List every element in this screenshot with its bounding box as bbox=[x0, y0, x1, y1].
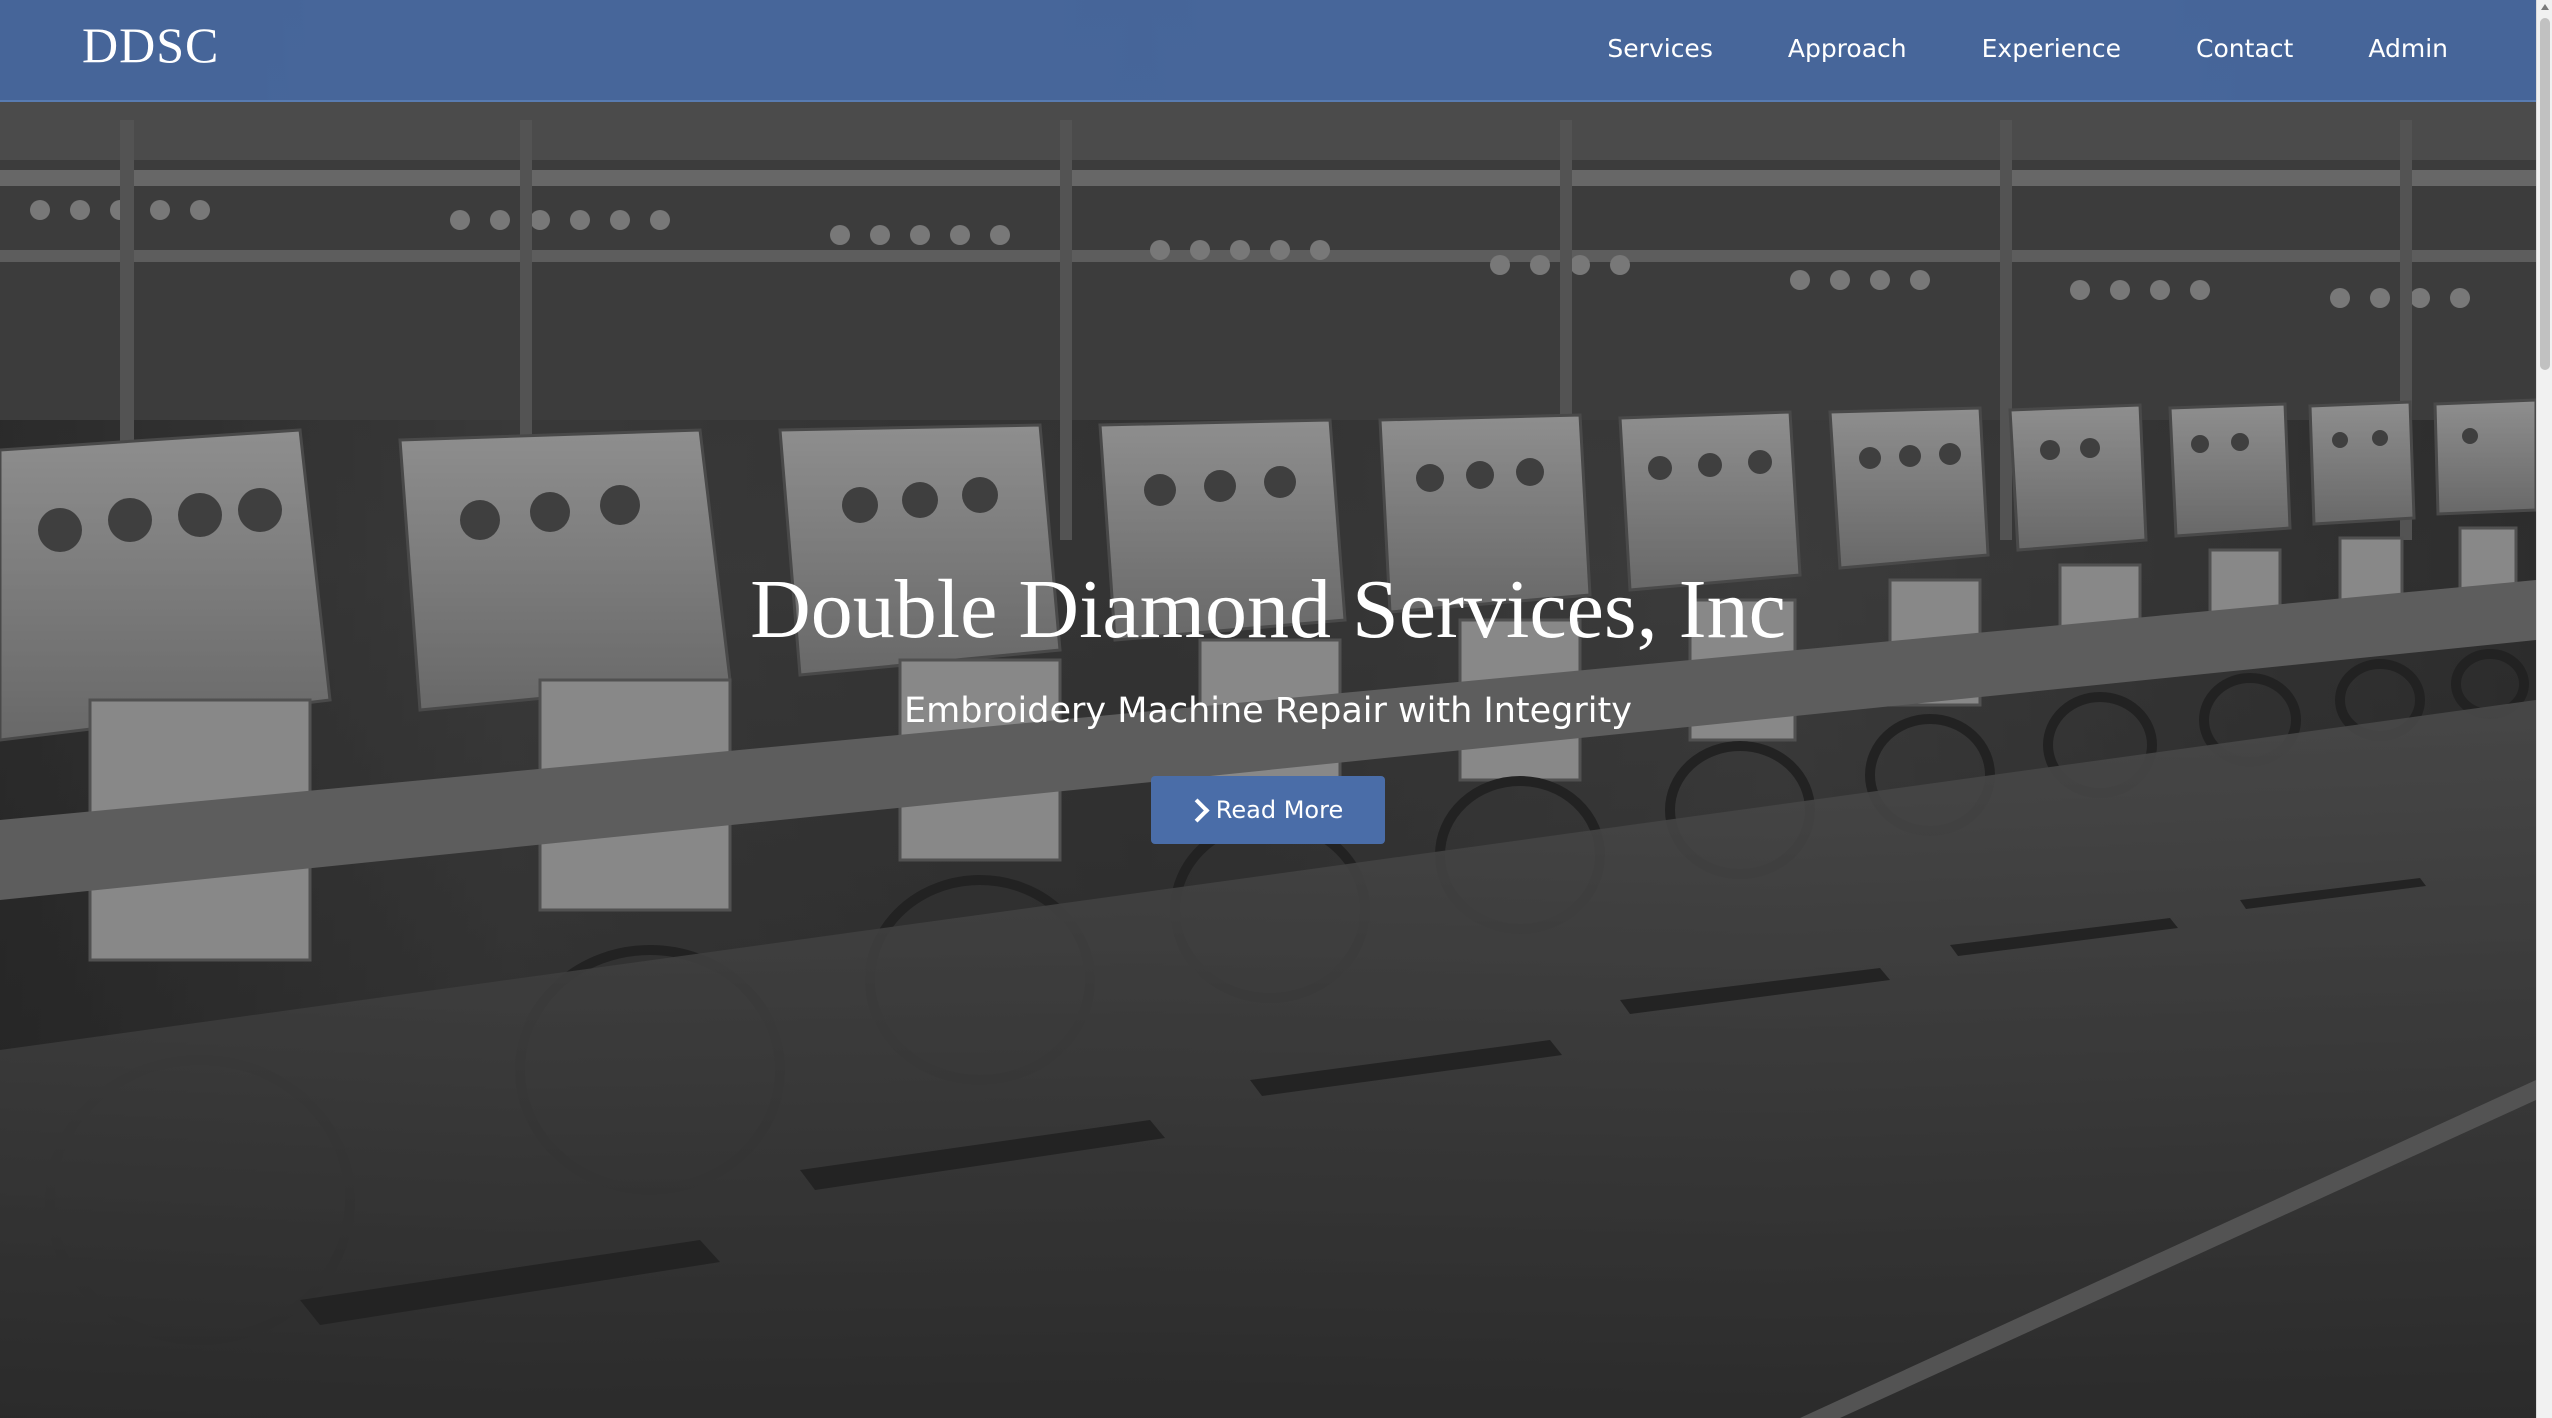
nav-link-experience[interactable]: Experience bbox=[1982, 34, 2121, 63]
hero-subtitle: Embroidery Machine Repair with Integrity bbox=[904, 691, 1632, 731]
nav-link-approach[interactable]: Approach bbox=[1788, 34, 1907, 63]
hero-content: Double Diamond Services, Inc Embroidery … bbox=[0, 560, 2536, 844]
chevron-right-icon bbox=[1185, 797, 1210, 823]
nav-link-contact[interactable]: Contact bbox=[2196, 34, 2293, 63]
scrollbar-thumb[interactable] bbox=[2540, 18, 2550, 370]
page: DDSC Services Approach Experience Contac… bbox=[0, 0, 2536, 1418]
nav-link-services[interactable]: Services bbox=[1607, 34, 1712, 63]
read-more-label: Read More bbox=[1215, 796, 1344, 824]
vertical-scrollbar[interactable] bbox=[2536, 0, 2552, 1418]
nav-link-admin[interactable]: Admin bbox=[2368, 34, 2448, 63]
nav-links: Services Approach Experience Contact Adm… bbox=[1532, 0, 2448, 96]
brand-logo[interactable]: DDSC bbox=[82, 16, 219, 74]
read-more-button[interactable]: Read More bbox=[1151, 776, 1385, 844]
top-navbar: DDSC Services Approach Experience Contac… bbox=[0, 0, 2536, 102]
scroll-up-arrow-icon[interactable] bbox=[2541, 4, 2549, 10]
hero-title: Double Diamond Services, Inc bbox=[750, 563, 1786, 656]
